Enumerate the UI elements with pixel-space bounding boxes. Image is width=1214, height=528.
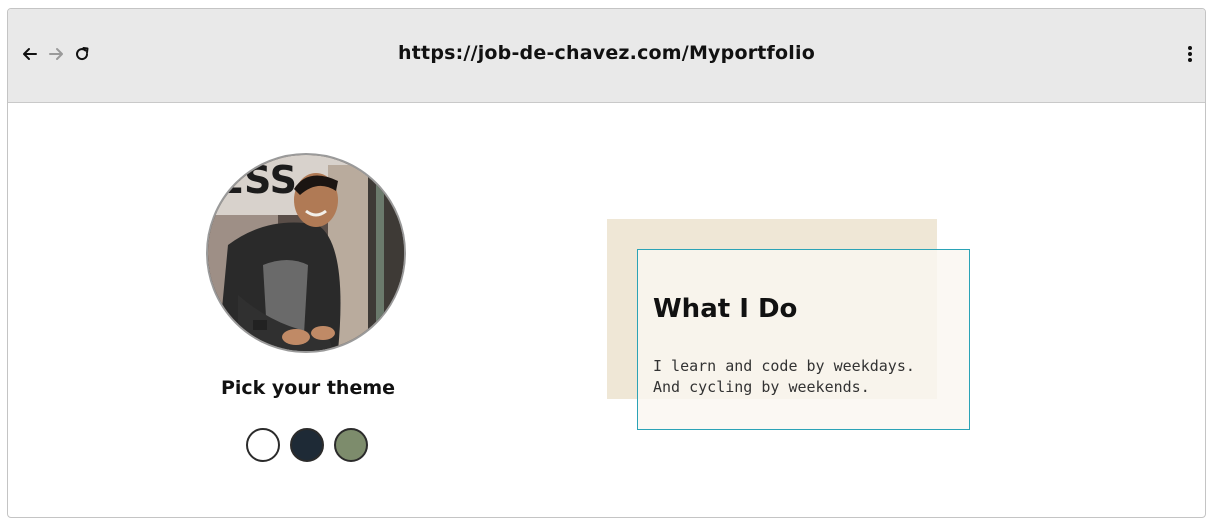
what-i-do-text: I learn and code by weekdays. And cyclin… [653,356,915,398]
what-i-do-heading: What I Do [653,294,798,324]
svg-text:ESS: ESS [218,158,297,202]
theme-swatches [246,428,368,462]
what-i-do-card: What I Do I learn and code by weekdays. … [637,249,970,430]
kebab-menu-icon [1188,46,1192,62]
what-i-do-line-2: And cycling by weekends. [653,378,870,396]
browser-window: https://job-de-chavez.com/Myportfolio ES… [7,8,1206,518]
theme-picker-title: Pick your theme [220,377,396,399]
theme-swatch-light[interactable] [246,428,280,462]
theme-swatch-green[interactable] [334,428,368,462]
theme-swatch-dark[interactable] [290,428,324,462]
profile-photo: ESS [206,153,406,353]
what-i-do-line-1: I learn and code by weekdays. [653,357,915,375]
browser-menu-button[interactable] [1181,43,1199,65]
browser-toolbar: https://job-de-chavez.com/Myportfolio [8,9,1205,103]
address-bar-url[interactable]: https://job-de-chavez.com/Myportfolio [8,42,1205,64]
